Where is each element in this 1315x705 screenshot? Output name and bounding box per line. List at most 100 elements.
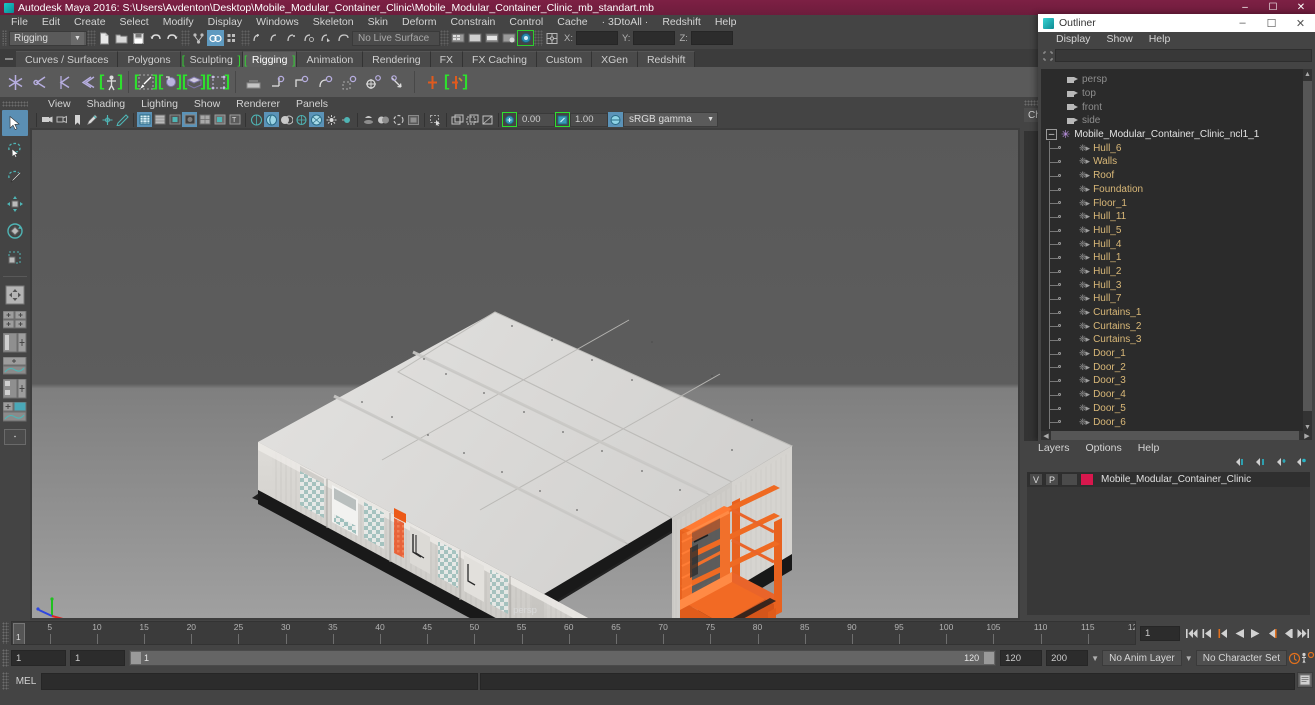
timeslider-grip[interactable] [2, 622, 9, 644]
play-forwards-button[interactable] [1248, 625, 1263, 641]
gamma-value[interactable]: 1.00 [570, 112, 608, 127]
open-scene-icon[interactable] [113, 30, 130, 46]
outliner-minimize-button[interactable]: – [1228, 14, 1257, 32]
outliner-child-row[interactable]: ❈▸ Hull_3 [1041, 278, 1303, 293]
go-to-end-button[interactable] [1296, 625, 1311, 641]
next-key-button[interactable] [1264, 625, 1279, 641]
outliner-child-row[interactable]: ❈▸ Curtains_2 [1041, 319, 1303, 334]
orange-ik-icon[interactable] [444, 70, 468, 94]
chevron-down-icon[interactable]: ▼ [1182, 650, 1196, 666]
outliner-item-persp[interactable]: persp [1041, 73, 1303, 87]
select-camera-icon[interactable] [40, 112, 55, 127]
outliner-child-row[interactable]: ❈▸ Hull_5 [1041, 223, 1303, 238]
copy-skin-weights-icon[interactable] [182, 70, 206, 94]
snap-to-grid-icon[interactable] [250, 30, 267, 46]
minimize-button[interactable]: – [1231, 0, 1259, 15]
scrollbar-thumb[interactable] [1303, 81, 1312, 411]
display-textures-icon[interactable] [309, 112, 324, 127]
outliner-child-row[interactable]: ❈▸ Curtains_1 [1041, 305, 1303, 320]
color-management-icon[interactable] [608, 112, 623, 127]
outliner-child-row[interactable]: ❈▸ Hull_4 [1041, 237, 1303, 252]
layer-state-toggle[interactable] [1061, 473, 1078, 486]
layer-visibility-toggle[interactable]: V [1029, 473, 1043, 486]
new-scene-icon[interactable] [96, 30, 113, 46]
gamma-reset-icon[interactable] [555, 112, 570, 127]
snap-to-point-icon[interactable] [284, 30, 301, 46]
parent-constraint-icon[interactable] [290, 70, 312, 94]
outliner-child-row[interactable]: ❈▸ Door_6 [1041, 415, 1303, 430]
script-editor-icon[interactable] [1297, 672, 1313, 688]
redo-icon[interactable] [164, 30, 181, 46]
outliner-tree[interactable]: persp top front side – ✳ Mobile_Modular_… [1041, 69, 1303, 432]
resolution-gate-icon[interactable] [480, 112, 495, 127]
shelf-tab-redshift[interactable]: Redshift [637, 51, 696, 67]
outliner-child-row[interactable]: ❈▸ Curtains_3 [1041, 333, 1303, 348]
maximize-button[interactable]: ☐ [1259, 0, 1287, 15]
viewport-layout-custom[interactable] [2, 424, 28, 450]
blend-shape-icon[interactable] [242, 70, 264, 94]
film-gate-icon[interactable] [465, 112, 480, 127]
shelf-tab-fx[interactable]: FX [430, 51, 464, 67]
shelf-tab-rendering[interactable]: Rendering [363, 51, 431, 67]
outliner-child-row[interactable]: ❈▸ Hull_2 [1041, 264, 1303, 279]
outliner-menu-display[interactable]: Display [1048, 33, 1098, 45]
point-light-icon[interactable] [339, 112, 354, 127]
snap-to-projected-center-icon[interactable] [301, 30, 318, 46]
play-backwards-button[interactable] [1232, 625, 1247, 641]
render-current-frame-icon[interactable] [466, 30, 483, 46]
shelf-tab-polygons[interactable]: Polygons [118, 51, 181, 67]
outliner-child-row[interactable]: ❈▸ Hull_7 [1041, 292, 1303, 306]
go-to-start-button[interactable] [1184, 625, 1199, 641]
outliner-child-row[interactable]: ❈▸ Door_1 [1041, 346, 1303, 361]
current-frame-field[interactable]: 1 [1140, 625, 1180, 641]
viewport-gamma-toggle-icon[interactable] [406, 112, 421, 127]
smooth-bind-icon[interactable] [76, 70, 98, 94]
toolbar-grip-5[interactable] [534, 30, 543, 46]
render-settings-icon[interactable] [500, 30, 517, 46]
menu-constrain[interactable]: Constrain [443, 15, 502, 29]
outliner-maximize-button[interactable]: ☐ [1257, 14, 1286, 32]
outliner-horizontal-scrollbar[interactable]: ◀ ▶ [1041, 431, 1312, 440]
grid-toggle-icon[interactable] [450, 112, 465, 127]
outliner-close-button[interactable]: ✕ [1286, 14, 1315, 32]
render-sequence-icon[interactable] [517, 30, 534, 46]
toggle-attribute-editor-icon[interactable] [543, 30, 560, 46]
toolbar-grip-4[interactable] [440, 30, 449, 46]
viewport-menu-show[interactable]: Show [186, 98, 228, 110]
paint-skin-weights-icon[interactable] [134, 70, 158, 94]
menu-select[interactable]: Select [113, 15, 156, 29]
outliner-child-row[interactable]: ❈▸ Walls [1041, 155, 1303, 170]
shelf-tab-sculpting[interactable]: Sculpting [180, 51, 243, 67]
viewport-layout-persp-hypergraph[interactable] [2, 378, 28, 400]
menuset-selector[interactable]: Rigging ▼ [9, 30, 87, 46]
create-ik-handle-icon[interactable] [28, 70, 50, 94]
step-back-button[interactable] [1200, 625, 1215, 641]
texture-hardware-icon[interactable] [294, 112, 309, 127]
animation-preferences-icon[interactable] [1301, 650, 1315, 666]
outliner-child-row[interactable]: ❈▸ Hull_11 [1041, 209, 1303, 224]
viewport-menu-shading[interactable]: Shading [79, 98, 134, 110]
snap-to-view-plane-icon[interactable] [318, 30, 335, 46]
step-forward-button[interactable] [1280, 625, 1295, 641]
xray-joints-icon[interactable] [264, 112, 279, 127]
outliner-item-top[interactable]: top [1041, 87, 1303, 101]
screen-space-ao-icon[interactable] [212, 112, 227, 127]
command-language-label[interactable]: MEL [11, 676, 41, 687]
character-set-selector[interactable]: No Character Set [1195, 650, 1287, 666]
layer-list[interactable]: V P Mobile_Modular_Container_Clinic [1027, 472, 1310, 615]
auto-keyframe-icon[interactable] [1287, 650, 1301, 666]
outliner-child-row[interactable]: ❈▸ Hull_6 [1041, 141, 1303, 156]
menu-skeleton[interactable]: Skeleton [306, 15, 361, 29]
move-tool[interactable] [2, 191, 28, 217]
menu-control[interactable]: Control [502, 15, 550, 29]
snap-to-curve-icon[interactable] [267, 30, 284, 46]
menu-deform[interactable]: Deform [395, 15, 443, 29]
shelf-tab-curves-surfaces[interactable]: Curves / Surfaces [16, 51, 119, 67]
create-ik-spline-icon[interactable] [52, 70, 74, 94]
outliner-vertical-scrollbar[interactable]: ▲ ▼ [1303, 69, 1312, 432]
lighting-default-icon[interactable] [324, 112, 339, 127]
viewport-layout-persp-outliner-graph[interactable] [2, 401, 28, 423]
menu-3dtoall[interactable]: · 3DtoAll · [595, 15, 656, 29]
live-surface-field[interactable]: No Live Surface [352, 30, 440, 46]
close-button[interactable]: ✕ [1287, 0, 1315, 15]
